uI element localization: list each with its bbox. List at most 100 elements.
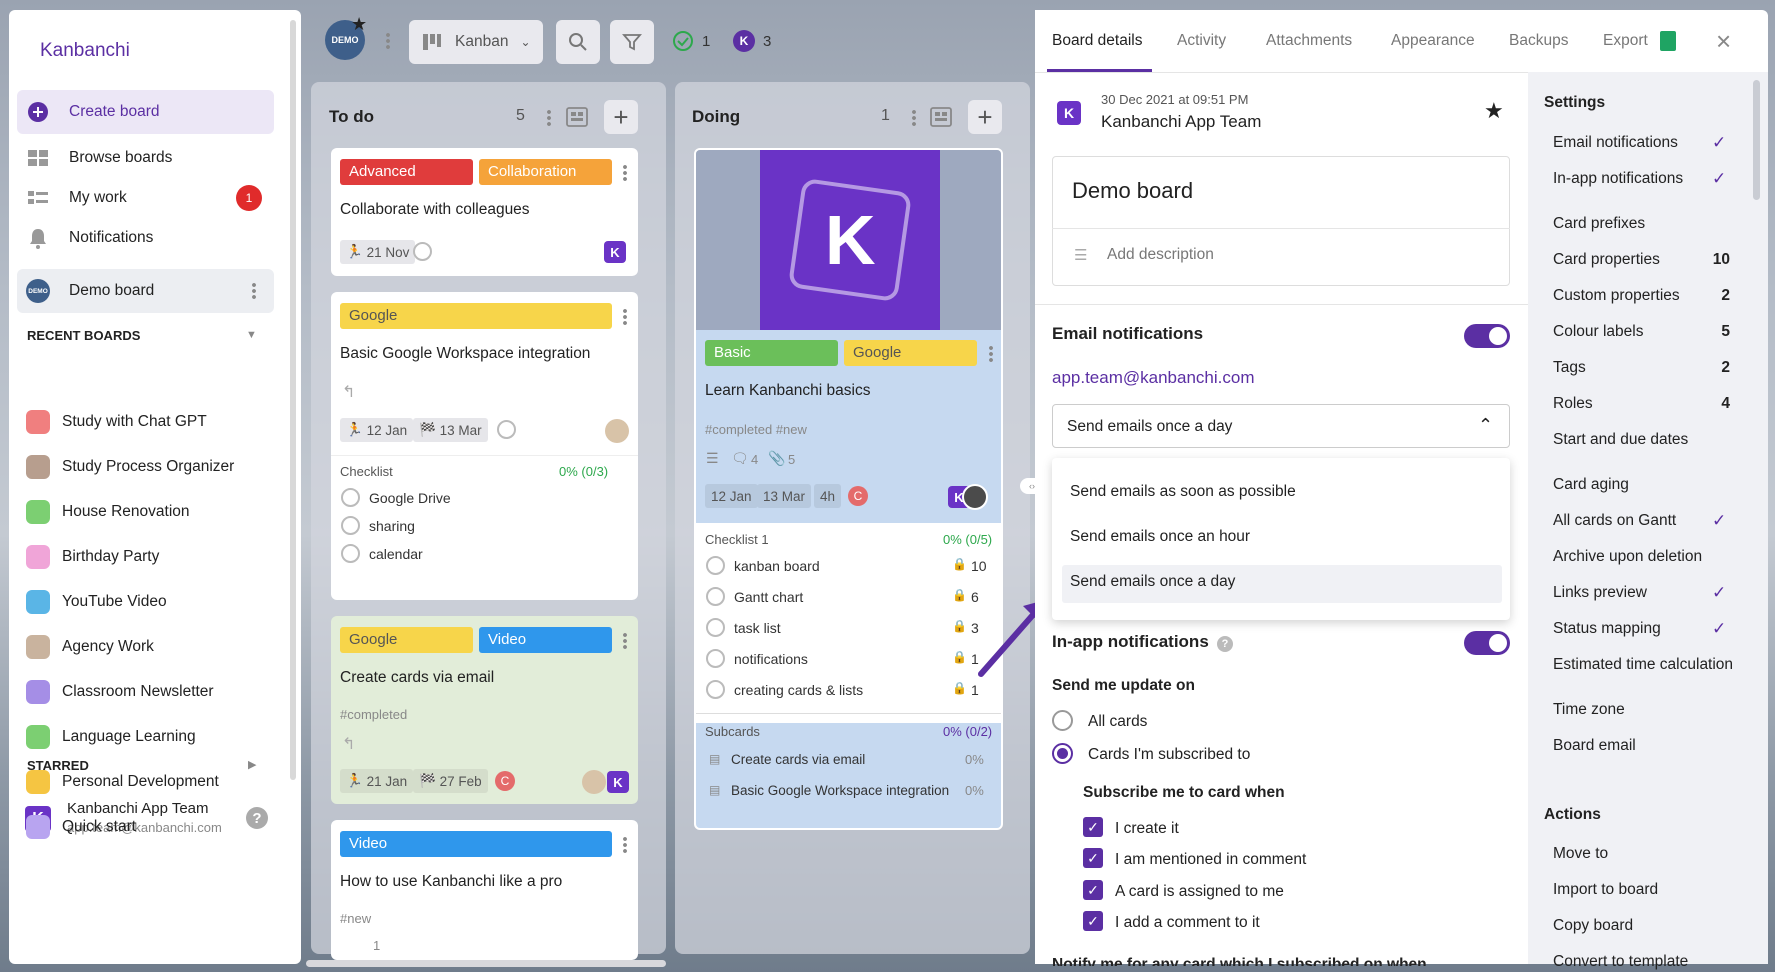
card-learn-basics[interactable]: K Basic Google Learn Kanbanchi basics #c… [694,148,1003,830]
help-icon[interactable]: ? [1217,636,1233,652]
settings-item[interactable]: Board email [1553,737,1636,755]
checklist-checkbox[interactable] [341,516,360,535]
radio-subscribed-cards[interactable] [1052,743,1073,764]
board-menu-icon[interactable] [252,282,256,300]
checklist-checkbox[interactable] [341,488,360,507]
settings-item[interactable]: Card properties [1553,251,1660,269]
tab-export[interactable]: Export [1603,32,1648,50]
tab-backups[interactable]: Backups [1509,32,1568,50]
inapp-notifications-toggle[interactable] [1464,631,1510,655]
checklist-checkbox[interactable] [706,649,725,668]
tab-board-details[interactable]: Board details [1052,32,1142,50]
dropdown-option[interactable]: Send emails once a day [1070,573,1235,591]
filter-button[interactable] [610,20,654,64]
column-view-icon[interactable] [930,107,952,131]
card-menu-icon[interactable] [623,632,627,650]
recent-board-item[interactable]: Classroom Newsletter [26,677,214,707]
dropdown-option[interactable]: Send emails as soon as possible [1070,483,1296,501]
recent-board-item[interactable]: Personal Development [26,767,219,797]
action-item[interactable]: Copy board [1553,917,1633,935]
recent-board-item[interactable]: Language Learning [26,722,196,752]
settings-item[interactable]: In-app notifications [1553,170,1683,188]
card-collaborate[interactable]: Advanced Collaboration Collaborate with … [331,148,638,276]
settings-item[interactable]: All cards on Gantt [1553,512,1676,530]
column-view-icon[interactable] [566,107,588,131]
recent-board-item[interactable]: Quick start [26,812,136,842]
sidebar-scrollbar[interactable] [290,20,296,780]
view-selector[interactable]: Kanban ⌄ [409,20,543,64]
settings-item[interactable]: Roles [1553,395,1593,413]
search-button[interactable] [556,20,600,64]
settings-item[interactable]: Card aging [1553,476,1629,494]
current-board-item[interactable]: DEMO Demo board [17,269,274,313]
app-logo[interactable]: Kanbanchi [40,40,130,62]
star-icon[interactable]: ★ [351,14,367,35]
checklist-checkbox[interactable] [341,544,360,563]
action-item[interactable]: Move to [1553,845,1608,863]
card-how-to-use[interactable]: Video How to use Kanbanchi like a pro #n… [331,820,638,960]
dropdown-option[interactable]: Send emails once an hour [1070,528,1250,546]
tab-appearance[interactable]: Appearance [1391,32,1475,50]
sidebar-item-my-work[interactable]: My work 1 [17,176,274,220]
settings-item[interactable]: Time zone [1553,701,1625,719]
checkbox-mentioned[interactable]: ✓ [1083,848,1103,868]
star-icon[interactable]: ★ [1484,98,1504,124]
subcard-title[interactable]: Create cards via email [731,752,865,767]
k-counter[interactable]: K 3 [733,30,771,52]
tab-attachments[interactable]: Attachments [1266,32,1352,50]
settings-scrollbar[interactable] [1753,80,1760,200]
settings-item[interactable]: Archive upon deletion [1553,548,1702,566]
email-notifications-toggle[interactable] [1464,324,1510,348]
settings-item[interactable]: Start and due dates [1553,431,1688,449]
close-icon[interactable]: × [1716,26,1731,57]
add-card-button[interactable]: + [604,100,638,134]
settings-item[interactable]: Colour labels [1553,323,1643,341]
sidebar-item-notifications[interactable]: Notifications [17,216,274,260]
sidebar-item-browse-boards[interactable]: Browse boards [17,136,274,180]
settings-item[interactable]: Estimated time calculation [1553,656,1733,674]
settings-item[interactable]: Custom properties [1553,287,1680,305]
checkbox-comment[interactable]: ✓ [1083,911,1103,931]
settings-item[interactable]: Status mapping [1553,620,1661,638]
create-board-button[interactable]: Create board [17,90,274,134]
settings-item[interactable]: Email notifications [1553,134,1678,152]
checklist-checkbox[interactable] [706,587,725,606]
subcard-title[interactable]: Basic Google Workspace integration [731,783,949,798]
recent-board-item[interactable]: Agency Work [26,632,154,662]
card-menu-icon[interactable] [623,164,627,182]
add-card-button[interactable]: + [968,100,1002,134]
expand-icon[interactable]: ▶ [248,758,256,771]
notification-email-link[interactable]: app.team@kanbanchi.com [1052,368,1254,388]
help-icon[interactable]: ? [246,807,268,829]
done-counter[interactable]: 1 [672,30,710,52]
action-item[interactable]: Convert to template [1553,953,1688,971]
status-circle-icon[interactable] [497,420,516,439]
card-menu-icon[interactable] [623,308,627,326]
column-menu-icon[interactable] [912,109,916,127]
checkbox-create[interactable]: ✓ [1083,817,1103,837]
recent-board-item[interactable]: Study with Chat GPT [26,407,207,437]
board-horizontal-scrollbar[interactable] [306,960,666,967]
add-description-field[interactable]: Add description [1107,246,1214,264]
checklist-checkbox[interactable] [706,618,725,637]
checklist-checkbox[interactable] [706,556,725,575]
column-menu-icon[interactable] [547,109,551,127]
status-circle-icon[interactable] [413,242,432,261]
recent-board-item[interactable]: House Renovation [26,497,190,527]
card-create-via-email[interactable]: Google Video Create cards via email #com… [331,616,638,804]
card-menu-icon[interactable] [989,345,993,363]
card-google-workspace[interactable]: Google Basic Google Workspace integratio… [331,292,638,600]
tab-activity[interactable]: Activity [1177,32,1226,50]
checkbox-assigned[interactable]: ✓ [1083,880,1103,900]
recent-board-item[interactable]: YouTube Video [26,587,167,617]
collapse-icon[interactable]: ▼ [246,329,257,341]
checklist-checkbox[interactable] [706,680,725,699]
settings-item[interactable]: Tags [1553,359,1586,377]
frequency-select[interactable]: Send emails once a day ⌃ [1052,404,1510,448]
action-item[interactable]: Import to board [1553,881,1658,899]
card-menu-icon[interactable] [623,836,627,854]
board-name-field[interactable]: Demo board [1072,178,1193,204]
settings-item[interactable]: Card prefixes [1553,215,1645,233]
board-kebab-icon[interactable] [386,32,390,50]
recent-board-item[interactable]: Birthday Party [26,542,159,572]
